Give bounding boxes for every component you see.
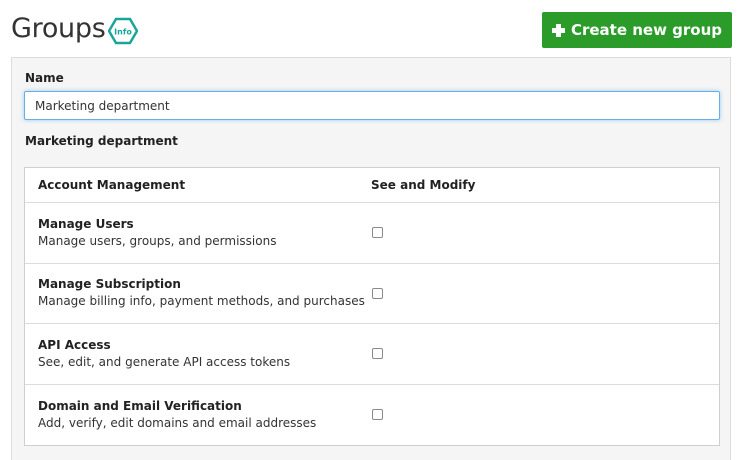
info-icon[interactable]: Info: [108, 17, 138, 45]
permission-title: Manage Subscription: [38, 277, 181, 292]
plus-icon: [551, 23, 565, 37]
page-title: Groups: [11, 13, 106, 44]
domain-email-verification-checkbox[interactable]: [372, 409, 383, 421]
group-heading: Marketing department: [25, 134, 178, 148]
api-access-checkbox[interactable]: [372, 348, 383, 360]
permission-title: API Access: [38, 337, 111, 352]
permission-description: See, edit, and generate API access token…: [38, 354, 291, 369]
permissions-table-header: Account Management See and Modify: [25, 168, 719, 203]
permission-description: Manage billing info, payment methods, an…: [38, 294, 365, 309]
name-field-label: Name: [25, 71, 64, 85]
permissions-table: Account Management See and Modify Manage…: [24, 167, 720, 446]
table-row: API Access See, edit, and generate API a…: [25, 324, 719, 385]
table-row: Domain and Email Verification Add, verif…: [25, 385, 719, 446]
permission-title: Manage Users: [38, 216, 134, 231]
table-row: Manage Users Manage users, groups, and p…: [25, 203, 719, 264]
permission-title: Domain and Email Verification: [38, 398, 242, 413]
table-row: Manage Subscription Manage billing info,…: [25, 264, 719, 324]
create-new-group-button[interactable]: Create new group: [542, 12, 732, 48]
create-new-group-label: Create new group: [570, 21, 723, 39]
group-name-input[interactable]: [24, 91, 720, 120]
permission-description: Add, verify, edit domains and email addr…: [38, 415, 317, 430]
permission-description: Manage users, groups, and permissions: [38, 233, 277, 248]
manage-subscription-checkbox[interactable]: [372, 287, 383, 299]
column-header-see-and-modify: See and Modify: [371, 178, 476, 192]
column-header-account-management: Account Management: [38, 178, 186, 192]
manage-users-checkbox[interactable]: [372, 227, 383, 239]
group-editor-panel: Name Marketing department Account Manage…: [11, 57, 731, 460]
info-badge-text: Info: [114, 28, 132, 37]
